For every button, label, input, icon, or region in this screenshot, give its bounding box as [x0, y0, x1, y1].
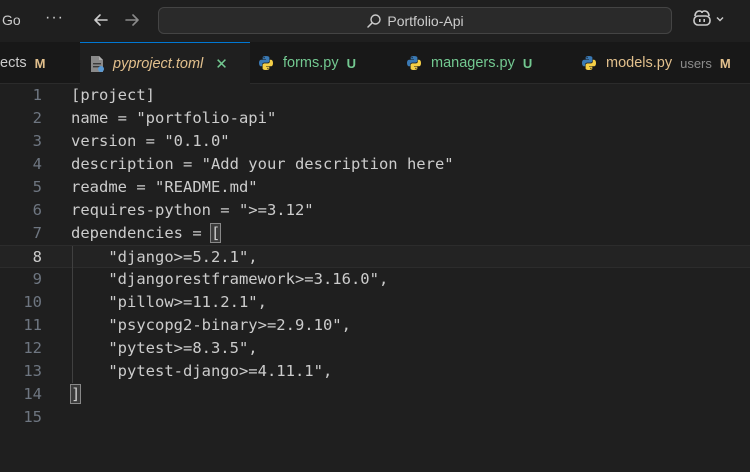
code-line[interactable]: 11 "psycopg2-binary>=2.9.10",	[0, 314, 750, 337]
tab-managers[interactable]: managers.py U	[400, 42, 570, 84]
line-number: 14	[23, 385, 42, 403]
code-text: "psycopg2-binary>=2.9.10",	[71, 316, 351, 334]
code-line[interactable]: 4 description = "Add your description he…	[0, 153, 750, 176]
close-icon[interactable]: ✕	[215, 55, 228, 73]
code-text-prefix: dependencies =	[71, 224, 211, 242]
tab-label: models.py	[606, 55, 673, 71]
code-line[interactable]: 15	[0, 406, 750, 429]
code-text: [project]	[71, 86, 155, 104]
tab-label: ects	[0, 55, 27, 71]
bracket-match-highlight: [	[209, 223, 222, 243]
code-line-current[interactable]: 8 "django>=5.2.1",	[0, 245, 750, 269]
menu-more-button[interactable]: ···	[45, 9, 64, 27]
toml-file-icon	[89, 55, 105, 73]
tab-label: forms.py	[283, 55, 339, 71]
line-number: 8	[32, 248, 42, 266]
code-line[interactable]: 7 dependencies = [	[0, 222, 750, 245]
command-center-search[interactable]: Portfolio-Api	[158, 7, 672, 34]
tab-partial[interactable]: ects M	[0, 42, 80, 84]
code-line[interactable]: 14 ]	[0, 383, 750, 406]
line-number: 1	[32, 86, 42, 104]
line-number: 2	[32, 109, 42, 127]
bracket-match-highlight: ]	[69, 384, 82, 404]
menu-go[interactable]: Go	[2, 12, 21, 28]
line-number: 11	[23, 316, 42, 334]
code-line[interactable]: 12 "pytest>=8.3.5",	[0, 337, 750, 360]
code-line[interactable]: 2 name = "portfolio-api"	[0, 107, 750, 130]
code-line[interactable]: 5 readme = "README.md"	[0, 176, 750, 199]
git-status-badge: U	[346, 55, 356, 71]
code-text: requires-python = ">=3.12"	[71, 201, 314, 219]
line-number: 5	[32, 178, 42, 196]
code-line[interactable]: 1 [project]	[0, 84, 750, 107]
arrow-left-icon[interactable]	[91, 10, 111, 30]
editor-tab-bar: ects M pyproject.toml ✕ forms.py U manag…	[0, 42, 750, 85]
code-line[interactable]: 3 version = "0.1.0"	[0, 130, 750, 153]
line-number: 10	[23, 293, 42, 311]
line-number: 15	[23, 408, 42, 426]
code-text: "django>=5.2.1",	[71, 248, 258, 266]
python-icon	[406, 55, 422, 71]
code-text: ]	[69, 384, 82, 404]
code-text: "pytest-django>=4.11.1",	[71, 362, 333, 380]
code-text: "djangorestframework>=3.16.0",	[71, 270, 389, 288]
code-text: "pytest>=8.3.5",	[71, 339, 258, 357]
git-status-badge: M	[34, 55, 46, 71]
code-line[interactable]: 9 "djangorestframework>=3.16.0",	[0, 268, 750, 291]
code-line[interactable]: 10 "pillow>=11.2.1",	[0, 291, 750, 314]
line-number: 4	[32, 155, 42, 173]
tab-pyproject[interactable]: pyproject.toml ✕	[80, 42, 250, 85]
python-icon	[258, 55, 274, 71]
search-text: Portfolio-Api	[387, 12, 464, 29]
tab-label: pyproject.toml	[113, 56, 204, 72]
tab-forms[interactable]: forms.py U	[250, 42, 400, 84]
line-number: 3	[32, 132, 42, 150]
line-number: 9	[32, 270, 42, 288]
tab-label: managers.py	[431, 55, 515, 71]
code-text: dependencies = [	[71, 223, 222, 243]
code-line[interactable]: 13 "pytest-django>=4.11.1",	[0, 360, 750, 383]
title-bar: Go ··· Portfolio-Api	[0, 0, 750, 42]
git-status-badge: U	[522, 55, 533, 71]
copilot-icon	[692, 9, 712, 32]
search-icon	[366, 13, 382, 29]
tab-models[interactable]: models.py users M	[570, 42, 750, 84]
arrow-right-icon[interactable]	[122, 10, 142, 30]
code-text: version = "0.1.0"	[71, 132, 230, 150]
line-number: 6	[32, 201, 42, 219]
code-text: readme = "README.md"	[71, 178, 258, 196]
code-editor[interactable]: 1 [project] 2 name = "portfolio-api" 3 v…	[0, 84, 750, 472]
line-number: 7	[32, 224, 42, 242]
chevron-down-icon	[715, 11, 725, 29]
code-text: name = "portfolio-api"	[71, 109, 277, 127]
line-number: 13	[23, 362, 42, 380]
code-line[interactable]: 6 requires-python = ">=3.12"	[0, 199, 750, 222]
copilot-button[interactable]	[692, 9, 726, 32]
git-status-badge: M	[719, 55, 731, 71]
python-icon	[581, 55, 597, 71]
line-number: 12	[23, 339, 42, 357]
code-text: "pillow>=11.2.1",	[71, 293, 267, 311]
tab-directory-hint: users	[680, 55, 712, 71]
code-text: description = "Add your description here…	[71, 155, 454, 173]
